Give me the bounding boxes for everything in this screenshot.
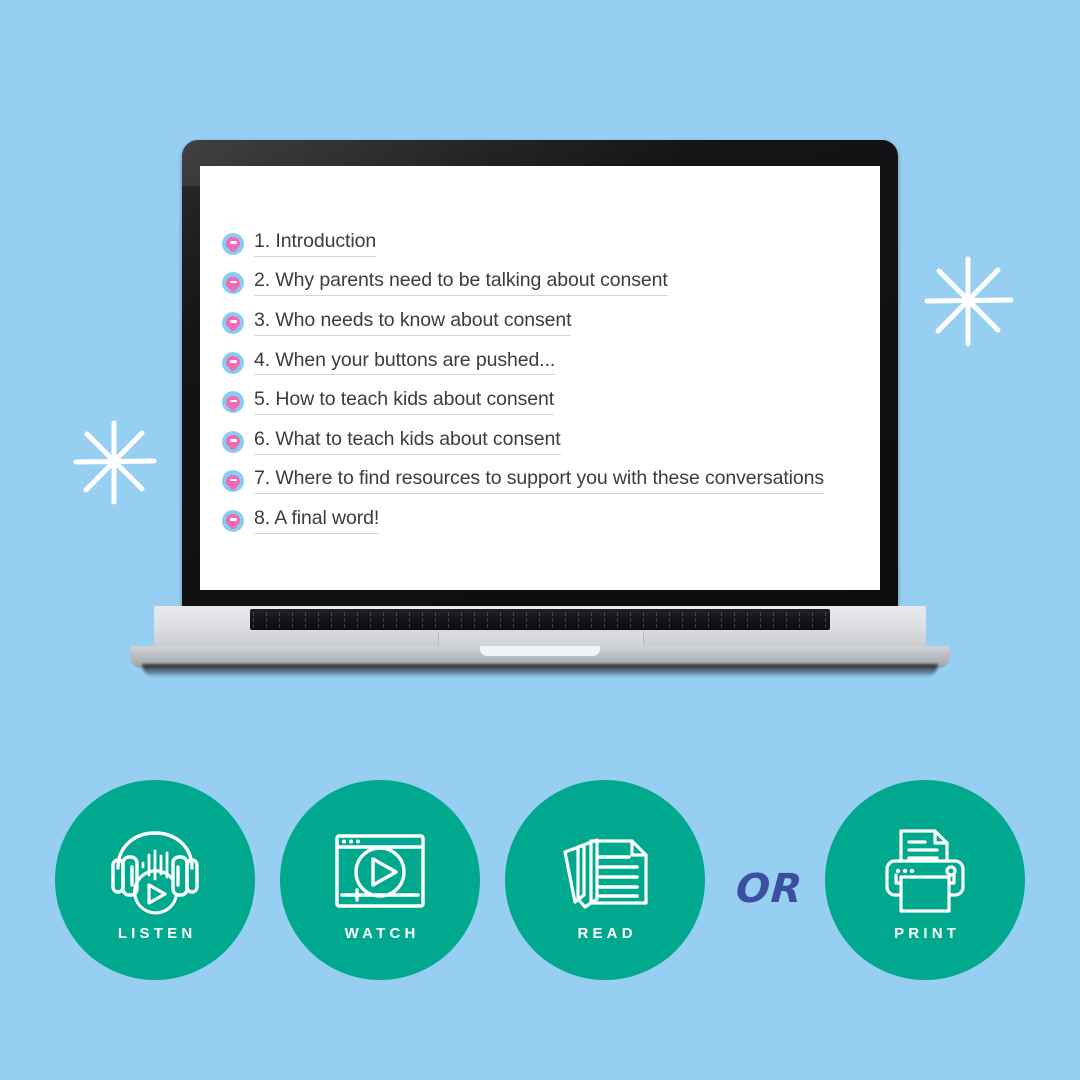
headphones-play-icon bbox=[111, 830, 199, 914]
read-label: READ bbox=[577, 924, 637, 942]
pig-bullet-icon bbox=[222, 232, 244, 255]
list-item[interactable]: 7. Where to find resources to support yo… bbox=[222, 462, 880, 502]
toc-link[interactable]: 7. Where to find resources to support yo… bbox=[254, 468, 824, 495]
pig-bullet-icon bbox=[222, 470, 244, 493]
laptop-lid: 1. Introduction 2. Why parents need to b… bbox=[182, 140, 898, 608]
print-label: PRINT bbox=[894, 924, 961, 942]
pig-bullet-icon bbox=[222, 272, 244, 295]
or-separator-label: OR bbox=[734, 866, 805, 912]
laptop-keyboard bbox=[250, 609, 830, 630]
pig-bullet-icon bbox=[222, 311, 244, 334]
pig-bullet-icon bbox=[222, 391, 244, 414]
toc-link[interactable]: 1. Introduction bbox=[254, 230, 376, 257]
list-item[interactable]: 4. When your buttons are pushed... bbox=[222, 343, 880, 383]
list-item[interactable]: 3. Who needs to know about consent bbox=[222, 303, 880, 343]
toc-link[interactable]: 2. Why parents need to be talking about … bbox=[254, 270, 668, 297]
format-options-row: LISTEN WATCH READ PRINT bbox=[0, 780, 1080, 995]
toc-link[interactable]: 6. What to teach kids about consent bbox=[254, 428, 561, 455]
list-item[interactable]: 8. A final word! bbox=[222, 501, 880, 541]
toc-link[interactable]: 5. How to teach kids about consent bbox=[254, 388, 554, 416]
laptop-screen: 1. Introduction 2. Why parents need to b… bbox=[200, 166, 880, 590]
list-item[interactable]: 2. Why parents need to be talking about … bbox=[222, 264, 880, 304]
laptop-trackpad bbox=[438, 632, 644, 646]
laptop-mockup: 1. Introduction 2. Why parents need to b… bbox=[120, 140, 960, 677]
pig-bullet-icon bbox=[222, 351, 244, 374]
print-button[interactable]: PRINT bbox=[825, 780, 1025, 980]
video-player-play-icon bbox=[335, 833, 425, 908]
stacked-documents-icon bbox=[563, 837, 648, 909]
watch-label: WATCH bbox=[344, 924, 420, 942]
listen-label: LISTEN bbox=[117, 924, 197, 942]
toc-link[interactable]: 8. A final word! bbox=[254, 507, 379, 534]
pig-bullet-icon bbox=[222, 509, 244, 532]
list-item[interactable]: 1. Introduction bbox=[222, 224, 880, 264]
laptop-base-notch bbox=[480, 646, 600, 656]
laptop-base-shadow bbox=[142, 664, 938, 677]
toc-link[interactable]: 4. When your buttons are pushed... bbox=[254, 349, 555, 376]
printer-icon bbox=[885, 828, 965, 913]
table-of-contents-list: 1. Introduction 2. Why parents need to b… bbox=[200, 166, 880, 541]
listen-button[interactable]: LISTEN bbox=[55, 780, 255, 980]
pig-bullet-icon bbox=[222, 430, 244, 453]
list-item[interactable]: 5. How to teach kids about consent bbox=[222, 382, 880, 422]
list-item[interactable]: 6. What to teach kids about consent bbox=[222, 422, 880, 462]
watch-button[interactable]: WATCH bbox=[280, 780, 480, 980]
toc-link[interactable]: 3. Who needs to know about consent bbox=[254, 309, 572, 336]
read-button[interactable]: READ bbox=[505, 780, 705, 980]
